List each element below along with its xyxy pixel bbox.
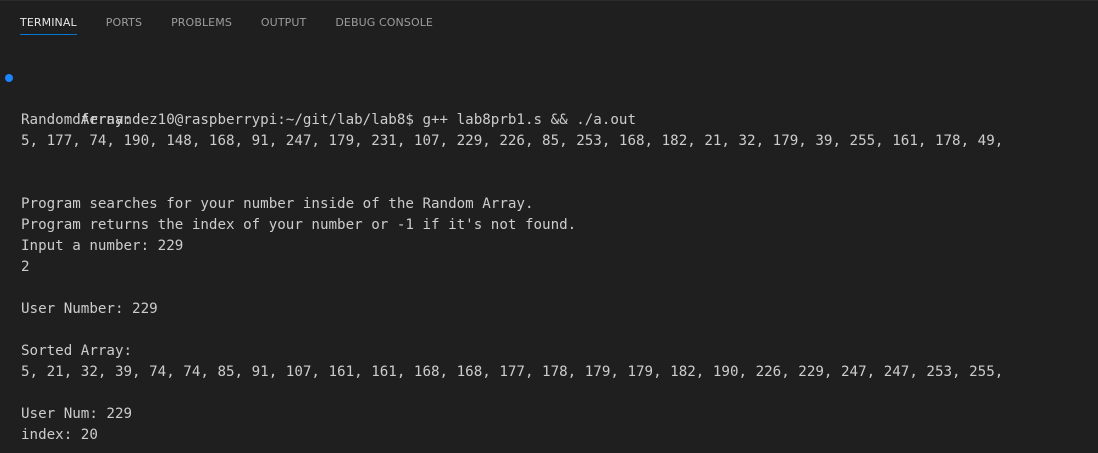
output-line: Random Array:: [21, 112, 133, 128]
tab-terminal[interactable]: TERMINAL: [20, 8, 77, 35]
output-line: 2: [21, 259, 30, 275]
output-line: User Number: 229: [21, 301, 158, 317]
output-line: User Num: 229: [21, 406, 133, 422]
terminal-output[interactable]: dfernandez10@raspberrypi:~/git/lab/lab8$…: [0, 68, 1098, 453]
tab-output[interactable]: OUTPUT: [261, 8, 306, 35]
output-line: Program searches for your number inside …: [21, 196, 534, 212]
output-line: 5, 21, 32, 39, 74, 74, 85, 91, 107, 161,…: [21, 364, 1004, 380]
output-line: index: 20: [21, 427, 98, 443]
output-line: 5, 177, 74, 190, 148, 168, 91, 247, 179,…: [21, 133, 1004, 149]
terminal-panel: TERMINAL PORTS PROBLEMS OUTPUT DEBUG CON…: [0, 0, 1098, 453]
output-line: Program returns the index of your number…: [21, 217, 577, 233]
command-decoration-icon[interactable]: [5, 74, 13, 82]
tab-problems[interactable]: PROBLEMS: [171, 8, 232, 35]
output-line: Input a number: 229: [21, 238, 184, 254]
output-line: Sorted Array:: [21, 343, 133, 359]
tab-debug-console[interactable]: DEBUG CONSOLE: [335, 8, 433, 35]
tab-ports[interactable]: PORTS: [106, 8, 142, 35]
panel-tab-bar: TERMINAL PORTS PROBLEMS OUTPUT DEBUG CON…: [0, 1, 462, 41]
command-line: dfernandez10@raspberrypi:~/git/lab/lab8$…: [0, 68, 1098, 128]
